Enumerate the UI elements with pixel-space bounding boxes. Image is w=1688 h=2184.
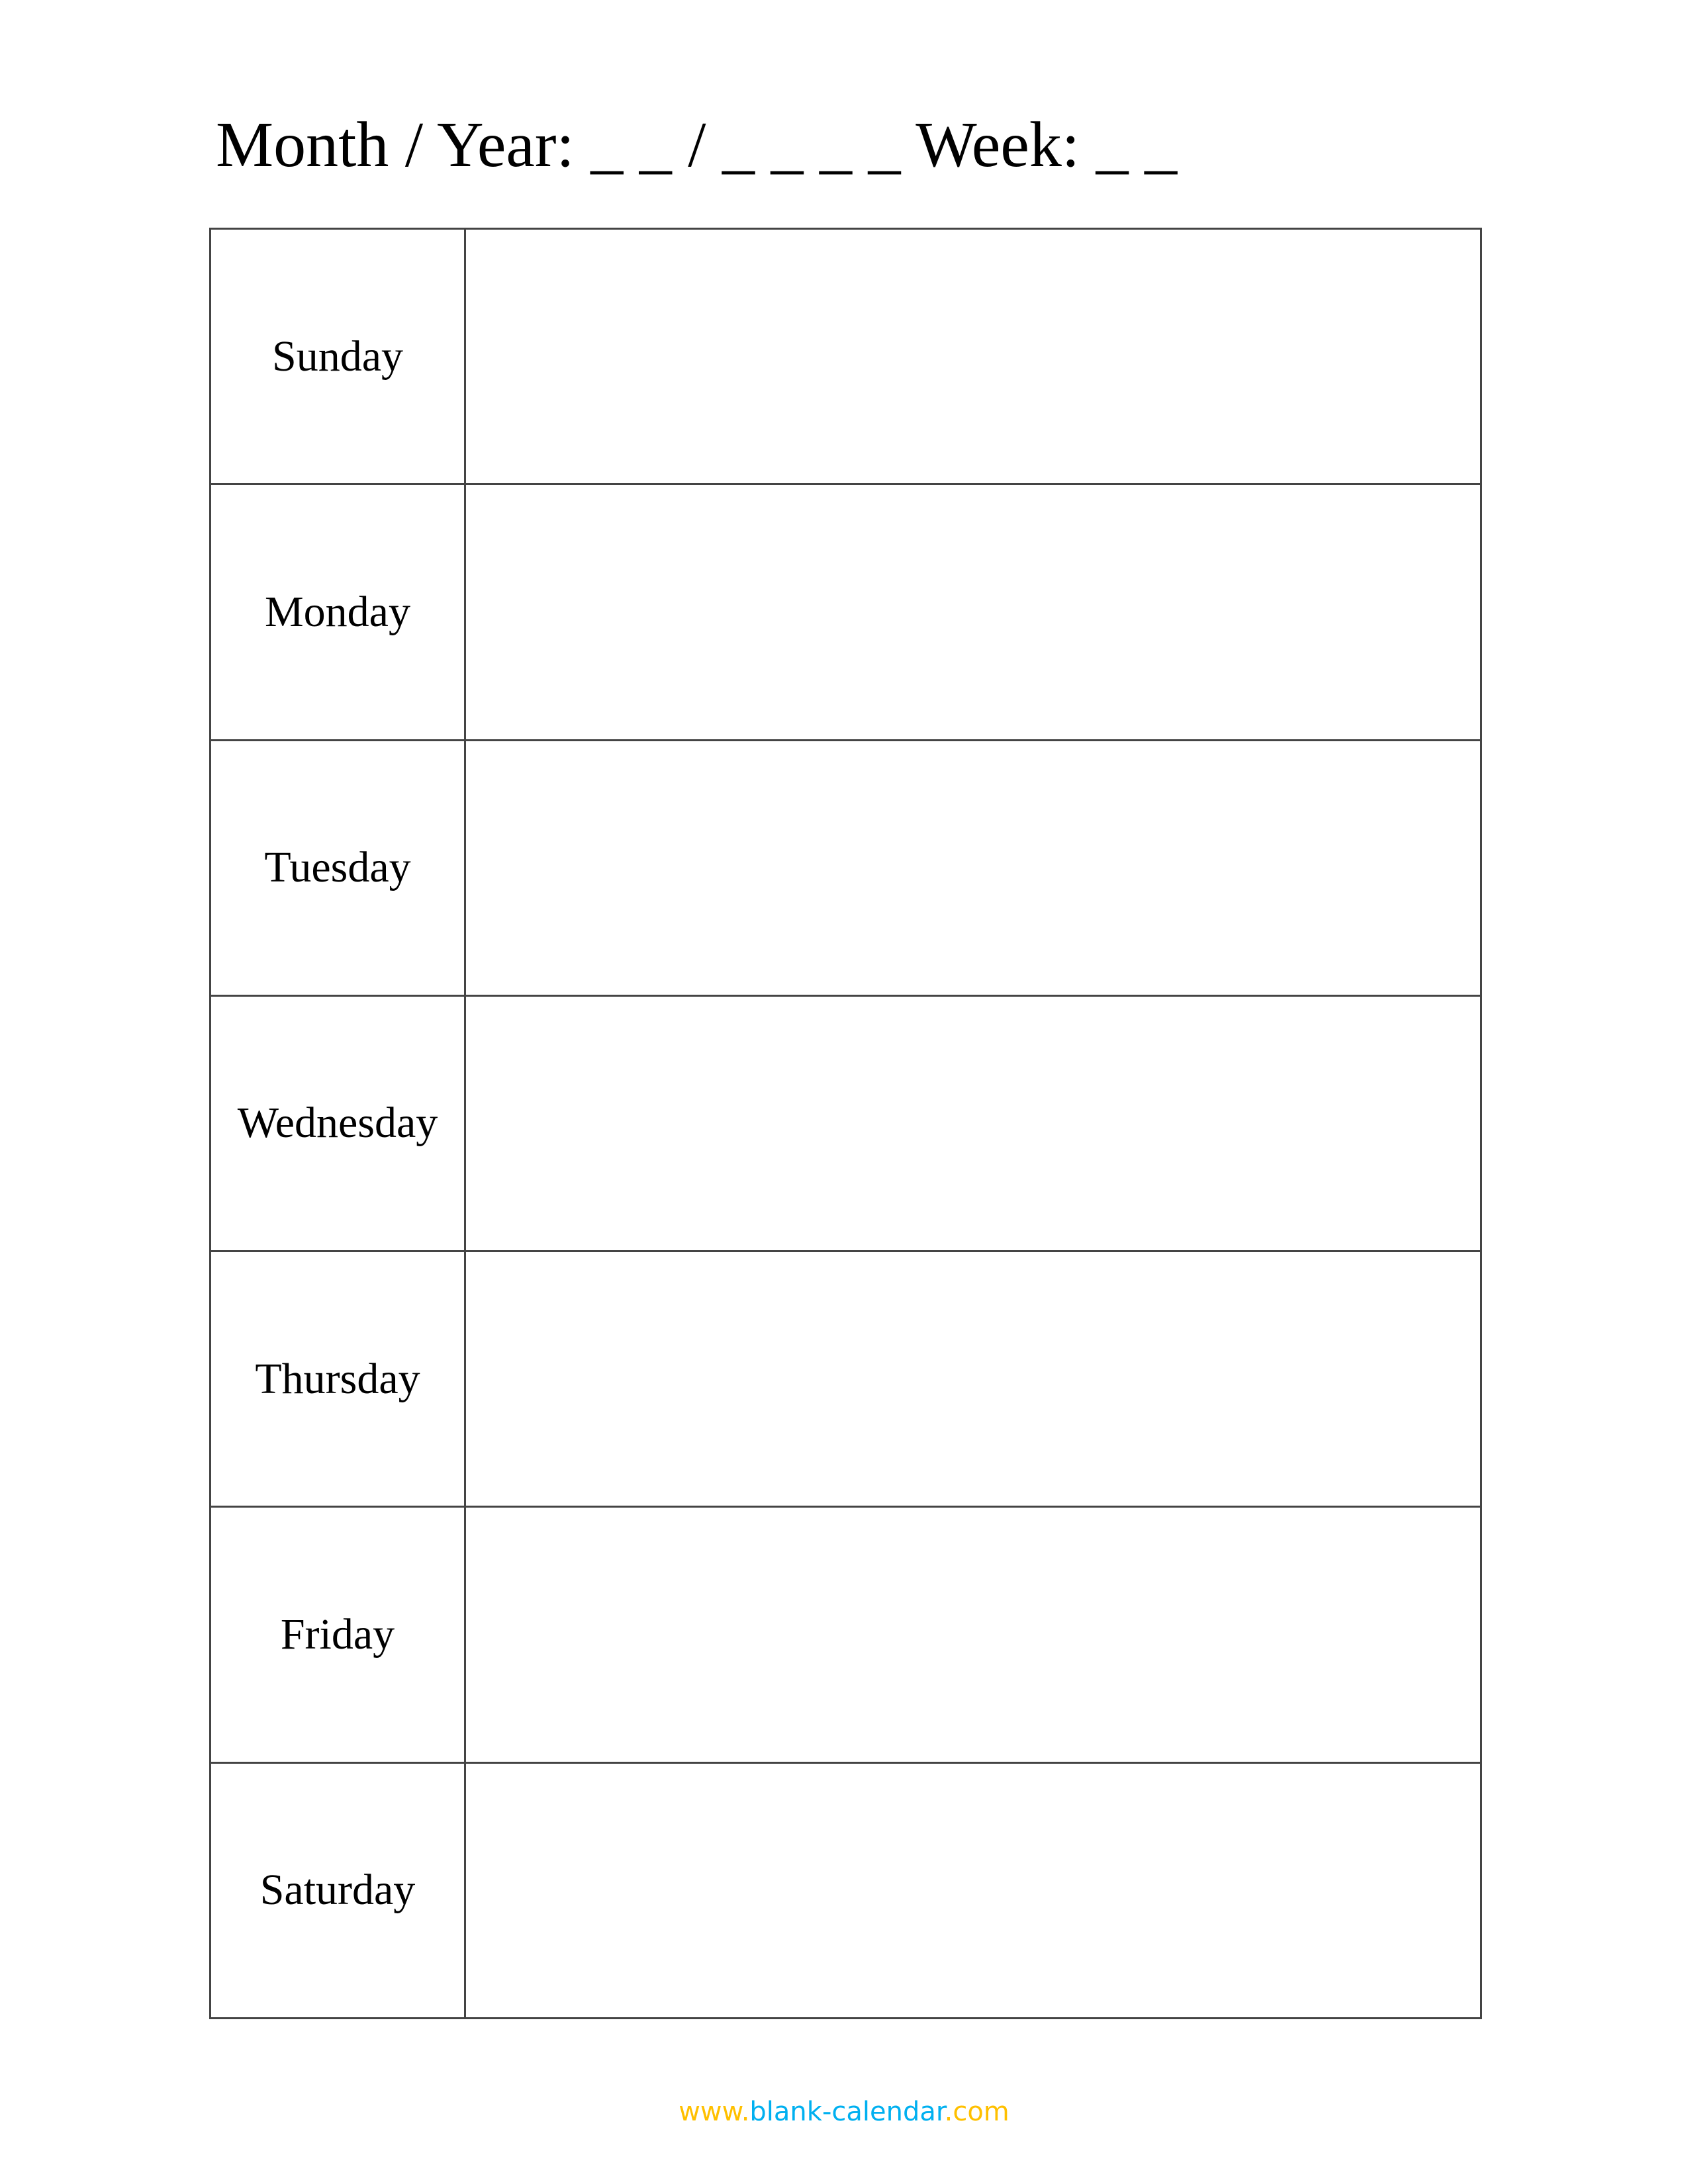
day-notes-cell[interactable] — [464, 227, 1482, 486]
day-notes-cell[interactable] — [464, 1506, 1482, 1764]
day-row: Saturday — [209, 1761, 1482, 2020]
day-label: Monday — [209, 483, 466, 741]
day-row: Thursday — [209, 1250, 1482, 1508]
day-label: Wednesday — [209, 994, 466, 1253]
footer-website: www.blank-calendar.com — [0, 2097, 1688, 2127]
day-row: Friday — [209, 1506, 1482, 1764]
day-label: Saturday — [209, 1761, 466, 2020]
day-notes-cell[interactable] — [464, 994, 1482, 1253]
weekly-calendar-table: Sunday Monday Tuesday Wednesday Thursday Frid… — [209, 227, 1482, 2020]
footer-suffix: .com — [944, 2097, 1009, 2127]
day-notes-cell[interactable] — [464, 483, 1482, 741]
day-label: Sunday — [209, 227, 466, 486]
day-label: Tuesday — [209, 739, 466, 997]
day-row: Sunday — [209, 227, 1482, 486]
day-row: Tuesday — [209, 739, 1482, 997]
day-notes-cell[interactable] — [464, 1250, 1482, 1508]
page-title: Month / Year: _ _ / _ _ _ _ Week: _ _ — [216, 109, 1178, 181]
day-row: Wednesday — [209, 994, 1482, 1253]
day-label: Thursday — [209, 1250, 466, 1508]
footer-domain: blank-calendar — [749, 2097, 945, 2127]
day-notes-cell[interactable] — [464, 1761, 1482, 2020]
day-label: Friday — [209, 1506, 466, 1764]
day-row: Monday — [209, 483, 1482, 741]
day-notes-cell[interactable] — [464, 739, 1482, 997]
footer-prefix: www. — [679, 2097, 750, 2127]
